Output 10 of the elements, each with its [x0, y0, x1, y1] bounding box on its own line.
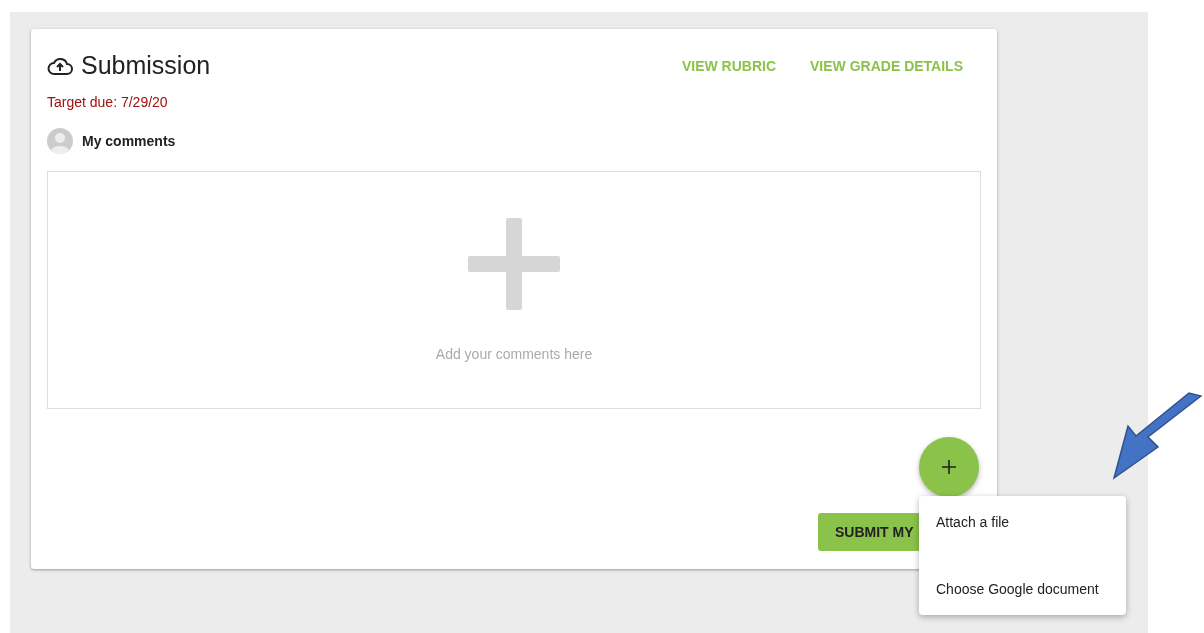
add-button[interactable]: [919, 437, 979, 497]
avatar-icon: [47, 128, 73, 154]
comment-placeholder: Add your comments here: [435, 346, 593, 362]
menu-item[interactable]: Choose Google document: [919, 579, 1126, 599]
cloud-upload-icon: [47, 55, 73, 76]
plus-icon: [468, 218, 560, 310]
comments-label: My comments: [82, 133, 176, 149]
section-title: Submission: [81, 51, 211, 80]
plus-icon: [942, 460, 956, 474]
due-date: Target due: 7/29/20: [47, 94, 169, 110]
